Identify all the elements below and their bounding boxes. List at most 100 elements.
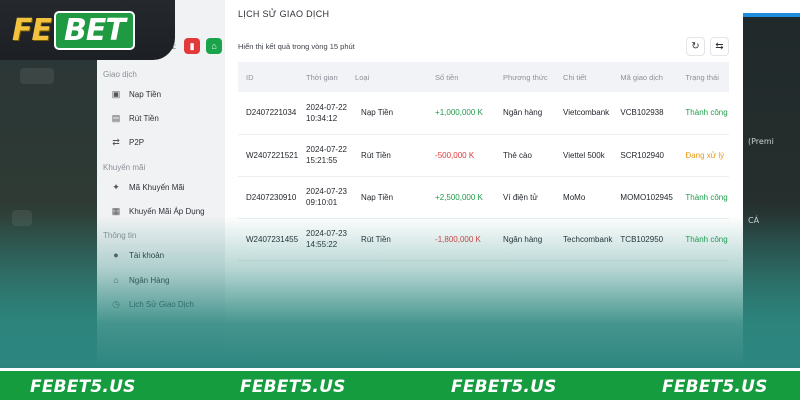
logo-panel: FE BET	[0, 0, 175, 60]
sidebar-item-label: P2P	[129, 138, 145, 147]
cell-code: TCB102950	[620, 234, 664, 244]
cell-detail: Vietcombank	[563, 108, 610, 118]
section-title-promotions: Khuyến mãi	[103, 163, 146, 172]
table-row[interactable]: W2407221521 2024-07-22 15:21:55 Rút Tiền …	[238, 134, 729, 176]
cell-date: 2024-07-23	[306, 229, 347, 238]
cell-time: 2024-07-23 14:55:22	[298, 218, 347, 260]
cell-clock: 09:10:01	[306, 198, 338, 207]
column-header-status: Trạng thái	[685, 72, 719, 82]
column-header-amount: Số tiền	[435, 72, 459, 82]
logo-text-fe: FE	[12, 13, 52, 48]
column-header-time: Thời gian	[306, 72, 338, 82]
bank-icon: ⌂	[113, 275, 119, 285]
cell-amount: +2,500,000 K	[435, 192, 483, 202]
cell-id: W2407221521	[246, 150, 299, 160]
column-header-type: Loại	[355, 72, 370, 82]
user-icon: ●	[113, 250, 119, 260]
table-row[interactable]: D2407230910 2024-07-23 09:10:01 Nạp Tiền …	[238, 176, 729, 218]
cell-amount: -1,800,000 K	[435, 234, 481, 244]
cell-id: W2407231455	[246, 234, 299, 244]
withdraw-quick-button[interactable]: ⌂	[206, 38, 223, 54]
cell-method: Ngân hàng	[503, 108, 543, 118]
ticket-icon: ▦	[111, 206, 121, 216]
logo-text-bet: BET	[54, 11, 135, 50]
sidebar-item-label: Khuyến Mãi Áp Dụng	[129, 207, 205, 216]
cell-type: Rút Tiền	[361, 234, 391, 244]
cell-type: Nạp Tiền	[361, 108, 394, 118]
results-info-text: Hiển thị kết quả trong vòng 15 phút	[238, 42, 355, 51]
cell-detail: Viettel 500k	[563, 150, 605, 160]
history-icon: ◷	[112, 299, 120, 309]
table-row[interactable]: D2407221034 2024-07-22 10:34:12 Nạp Tiền …	[238, 92, 729, 134]
cell-amount: -500,000 K	[435, 150, 475, 160]
sort-button[interactable]: ⇆	[710, 37, 729, 56]
page-title: LỊCH SỬ GIAO DỊCH	[238, 9, 330, 19]
cell-date: 2024-07-23	[306, 187, 347, 196]
cell-status: Thành công	[685, 108, 728, 118]
cell-status: Đang xử lý	[685, 150, 725, 160]
transactions-table: ID Thời gian Loại Số tiền Phương thức Ch…	[238, 62, 729, 261]
cell-code: SCR102940	[620, 150, 664, 160]
background-text: CÁ	[748, 216, 760, 225]
sidebar-item-deposit[interactable]: ▣ Nạp Tiền	[111, 89, 161, 100]
background-text: (Premi	[748, 137, 774, 146]
cell-status: Thành công	[685, 192, 728, 202]
sidebar-item-p2p[interactable]: ⇄ P2P	[111, 137, 144, 148]
cell-time: 2024-07-23 09:10:01	[298, 176, 347, 218]
cell-id: D2407230910	[246, 192, 297, 202]
sidebar-item-withdraw[interactable]: ▤ Rút Tiền	[111, 113, 159, 124]
cell-amount: +1,000,000 K	[435, 108, 483, 118]
cell-clock: 14:55:22	[306, 240, 338, 249]
deposit-quick-button[interactable]: ▮	[184, 38, 201, 54]
sidebar-item-account[interactable]: ● Tài khoản	[111, 250, 164, 260]
cell-code: VCB102938	[620, 108, 664, 118]
cell-code: MOMO102945	[620, 192, 673, 202]
watermark-text: FEBET5.US	[451, 377, 557, 397]
cell-method: Thẻ cào	[503, 150, 532, 160]
refresh-button[interactable]: ↻	[686, 37, 705, 56]
column-header-code: Mã giao dịch	[620, 72, 663, 82]
background-right-panel	[742, 0, 800, 365]
sidebar-item-applied-promos[interactable]: ▦ Khuyến Mãi Áp Dụng	[111, 206, 205, 217]
section-title-info: Thông tin	[103, 231, 137, 240]
sidebar-item-bank[interactable]: ⌂ Ngân Hàng	[111, 275, 169, 285]
sidebar-item-label: Rút Tiền	[129, 114, 159, 123]
section-title-transactions: Giao dịch	[103, 70, 137, 79]
cell-date: 2024-07-22	[306, 145, 347, 154]
table-row[interactable]: W2407231455 2024-07-23 14:55:22 Rút Tiền …	[238, 218, 729, 260]
cell-detail: Techcombank	[563, 234, 613, 244]
sidebar-item-label: Ngân Hàng	[129, 275, 170, 285]
cell-clock: 15:21:55	[306, 156, 338, 165]
swap-icon: ⇄	[112, 137, 120, 147]
wallet-icon: ▣	[111, 89, 121, 99]
cell-detail: MoMo	[563, 192, 586, 202]
cell-date: 2024-07-22	[306, 102, 347, 112]
app-window: hu: ▮ ⌂ Giao dịch ▣ Nạp Tiền ▤ Rút Tiền …	[97, 0, 743, 365]
cell-type: Rút Tiền	[361, 150, 391, 160]
sidebar-item-history[interactable]: ◷ Lịch Sử Giao Dịch	[111, 299, 194, 310]
watermark-text: FEBET5.US	[30, 377, 136, 397]
cell-method: Ngân hàng	[503, 234, 543, 244]
sidebar-item-label: Tài khoản	[129, 250, 165, 260]
watermark-text: FEBET5.US	[240, 377, 346, 397]
cash-out-icon: ▤	[111, 113, 121, 123]
column-header-id: ID	[246, 72, 254, 82]
cell-time: 2024-07-22 15:21:55	[298, 134, 347, 176]
background-badge	[12, 210, 32, 226]
sort-icon: ⇆	[715, 41, 724, 52]
refresh-icon: ↻	[691, 41, 700, 52]
column-header-method: Phương thức	[503, 72, 548, 82]
watermark-text: FEBET5.US	[662, 377, 768, 397]
cell-method: Ví điện tử	[503, 192, 538, 202]
cell-id: D2407221034	[246, 108, 297, 118]
sidebar-item-promo-code[interactable]: ✦ Mã Khuyến Mãi	[111, 182, 184, 193]
footer-watermark-band: FEBET5.US FEBET5.US FEBET5.US FEBET5.US	[0, 368, 800, 400]
sidebar-item-label: Nạp Tiền	[129, 90, 162, 99]
gift-icon: ✦	[112, 182, 120, 192]
cell-type: Nạp Tiền	[361, 192, 394, 202]
cell-clock: 10:34:12	[306, 113, 338, 123]
phone-icon: ▮	[189, 40, 195, 51]
febet-logo[interactable]: FE BET	[12, 11, 160, 50]
main-content: LỊCH SỬ GIAO DỊCH Hiển thị kết quả trong…	[225, 0, 743, 365]
cell-status: Thành công	[685, 234, 728, 244]
